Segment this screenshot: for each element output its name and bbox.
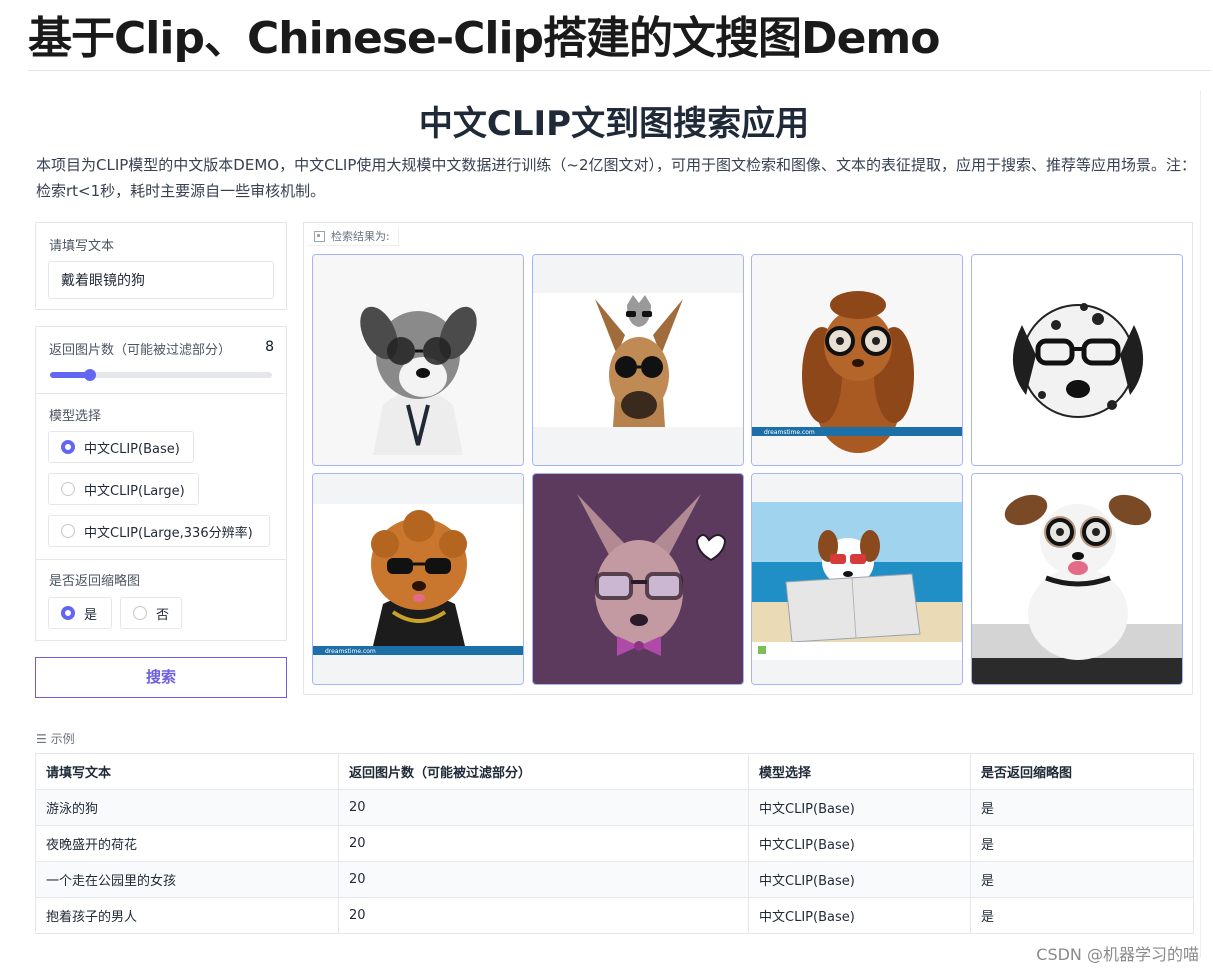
- thumbnail-option-no[interactable]: 否: [120, 597, 182, 629]
- model-option-label: 中文CLIP(Large): [84, 483, 185, 499]
- result-image-7[interactable]: [751, 473, 963, 685]
- text-input-label: 请填写文本: [49, 239, 115, 254]
- image-count-slider[interactable]: [50, 369, 272, 381]
- table-cell: 是: [970, 897, 1194, 934]
- gallery-label-text: 检索结果为:: [331, 230, 390, 243]
- dog-image: [752, 474, 962, 684]
- model-option-base[interactable]: 中文CLIP(Base): [48, 431, 194, 463]
- query-text-input[interactable]: [48, 261, 274, 299]
- image-icon: [314, 230, 325, 242]
- table-row[interactable]: 游泳的狗 20 中文CLIP(Base) 是: [35, 789, 1194, 826]
- result-image-1[interactable]: [312, 254, 524, 466]
- thumbnail-option-label: 是: [84, 607, 98, 623]
- gallery-label: 检索结果为:: [308, 227, 399, 246]
- text-input-panel: 请填写文本: [35, 222, 287, 310]
- table-cell: 20: [338, 861, 749, 898]
- search-button[interactable]: 搜索: [35, 657, 287, 698]
- divider: [36, 393, 286, 394]
- app-title: 中文CLIP文到图搜索应用: [418, 104, 810, 144]
- options-panel: 返回图片数（可能被过滤部分） 8 模型选择 中文CLIP(Base) 中文CLI…: [35, 326, 287, 641]
- radio-unselected-icon: [61, 482, 75, 496]
- examples-label-text: 示例: [50, 732, 75, 746]
- table-cell: 一个走在公园里的女孩: [35, 861, 339, 898]
- image-count-value[interactable]: 8: [265, 339, 274, 355]
- svg-text:dreamstime.com: dreamstime.com: [764, 429, 815, 436]
- examples-table: 请填写文本 返回图片数（可能被过滤部分） 模型选择 是否返回缩略图 游泳的狗 2…: [35, 753, 1194, 934]
- model-select-label: 模型选择: [49, 409, 102, 424]
- table-row[interactable]: 夜晚盛开的荷花 20 中文CLIP(Base) 是: [35, 825, 1194, 862]
- table-cell: 抱着孩子的男人: [35, 897, 339, 934]
- thumbnail-option-label: 否: [156, 607, 170, 623]
- result-image-3[interactable]: dreamstime.com: [751, 254, 963, 466]
- radio-selected-icon: [61, 440, 75, 454]
- result-gallery: 检索结果为: dreamstime.com dreamstime.com: [303, 222, 1193, 695]
- result-image-8[interactable]: [971, 473, 1183, 685]
- dog-image: [972, 474, 1182, 684]
- dog-image: dreamstime.com: [313, 474, 523, 684]
- table-cell: 中文CLIP(Base): [748, 897, 971, 934]
- result-image-2[interactable]: [532, 254, 744, 466]
- dog-image: [533, 255, 743, 465]
- gradio-app: 中文CLIP文到图搜索应用 本项目为CLIP模型的中文版本DEMO，中文CLIP…: [28, 90, 1201, 958]
- watermark: CSDN @机器学习的喵: [1036, 945, 1199, 964]
- table-cell: 20: [338, 825, 749, 862]
- dog-image: [533, 474, 743, 684]
- table-header: 请填写文本: [35, 753, 339, 790]
- table-row[interactable]: 一个走在公园里的女孩 20 中文CLIP(Base) 是: [35, 861, 1194, 898]
- table-cell: 游泳的狗: [35, 789, 339, 826]
- result-image-6[interactable]: [532, 473, 744, 685]
- dog-image: dreamstime.com: [752, 255, 962, 465]
- table-header-row: 请填写文本 返回图片数（可能被过滤部分） 模型选择 是否返回缩略图: [35, 753, 1194, 790]
- model-option-label: 中文CLIP(Base): [84, 441, 180, 457]
- result-image-4[interactable]: [971, 254, 1183, 466]
- radio-selected-icon: [61, 606, 75, 620]
- image-count-slider-block: 返回图片数（可能被过滤部分） 8: [36, 327, 286, 393]
- table-cell: 20: [338, 789, 749, 826]
- table-cell: 中文CLIP(Base): [748, 789, 971, 826]
- model-option-large-336[interactable]: 中文CLIP(Large,336分辨率): [48, 515, 270, 547]
- table-header: 模型选择: [748, 753, 971, 790]
- table-cell: 20: [338, 897, 749, 934]
- result-image-5[interactable]: dreamstime.com: [312, 473, 524, 685]
- divider: [36, 559, 286, 560]
- table-cell: 是: [970, 825, 1194, 862]
- radio-unselected-icon: [61, 524, 75, 538]
- table-cell: 是: [970, 789, 1194, 826]
- divider: [28, 70, 1211, 71]
- radio-unselected-icon: [133, 606, 147, 620]
- model-option-large[interactable]: 中文CLIP(Large): [48, 473, 199, 505]
- table-cell: 中文CLIP(Base): [748, 861, 971, 898]
- blog-title: 基于Clip、Chinese-Clip搭建的文搜图Demo: [28, 13, 940, 64]
- dog-image: [972, 255, 1182, 465]
- table-row[interactable]: 抱着孩子的男人 20 中文CLIP(Base) 是: [35, 897, 1194, 934]
- examples-label: ☰ 示例: [36, 732, 75, 746]
- image-count-label: 返回图片数（可能被过滤部分）: [49, 343, 232, 358]
- model-option-label: 中文CLIP(Large,336分辨率): [84, 525, 253, 541]
- table-cell: 夜晚盛开的荷花: [35, 825, 339, 862]
- svg-text:dreamstime.com: dreamstime.com: [325, 648, 376, 655]
- slider-thumb[interactable]: [83, 369, 96, 381]
- dog-image: [313, 255, 523, 465]
- thumbnail-option-yes[interactable]: 是: [48, 597, 112, 629]
- table-header: 是否返回缩略图: [970, 753, 1194, 790]
- table-cell: 是: [970, 861, 1194, 898]
- thumbnail-label: 是否返回缩略图: [49, 574, 141, 589]
- table-cell: 中文CLIP(Base): [748, 825, 971, 862]
- app-description: 本项目为CLIP模型的中文版本DEMO，中文CLIP使用大规模中文数据进行训练（…: [36, 156, 1196, 200]
- table-header: 返回图片数（可能被过滤部分）: [338, 753, 749, 790]
